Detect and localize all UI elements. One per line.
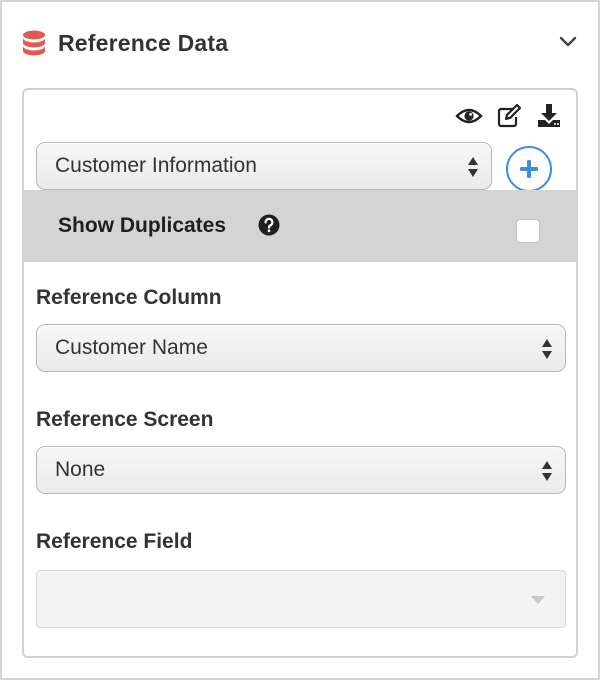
section-title: Reference Data	[58, 30, 229, 56]
edit-icon[interactable]	[494, 100, 524, 130]
reference-field-label: Reference Field	[36, 530, 193, 553]
chevron-down-icon[interactable]	[558, 34, 578, 48]
show-duplicates-checkbox[interactable]	[516, 219, 540, 243]
data-source-selected: Customer Information	[55, 154, 257, 177]
reference-screen-label: Reference Screen	[36, 408, 214, 431]
reference-field-select[interactable]	[36, 570, 566, 628]
plus-circle-icon	[520, 160, 538, 178]
caret-down-icon	[531, 596, 545, 604]
select-arrows-icon	[542, 461, 552, 481]
reference-column-selected: Customer Name	[55, 336, 208, 359]
reference-column-label: Reference Column	[36, 286, 222, 309]
select-arrows-icon	[468, 157, 478, 177]
database-icon	[23, 30, 45, 56]
show-duplicates-row: Show Duplicates	[24, 190, 576, 262]
reference-column-select[interactable]: Customer Name	[36, 324, 566, 372]
add-data-source-button[interactable]	[506, 146, 552, 192]
eye-icon[interactable]	[454, 100, 484, 130]
download-icon[interactable]	[534, 100, 564, 130]
reference-screen-selected: None	[55, 458, 106, 481]
show-duplicates-label: Show Duplicates	[58, 214, 227, 237]
section-header[interactable]: Reference Data	[2, 2, 600, 88]
data-source-select[interactable]: Customer Information	[36, 142, 492, 190]
select-arrows-icon	[542, 339, 552, 359]
question-circle-icon[interactable]	[258, 214, 280, 236]
reference-data-panel: Customer Information Show Duplicates Ref…	[22, 88, 578, 658]
reference-data-section: Reference Data Customer Information Show…	[0, 0, 600, 680]
reference-screen-select[interactable]: None	[36, 446, 566, 494]
